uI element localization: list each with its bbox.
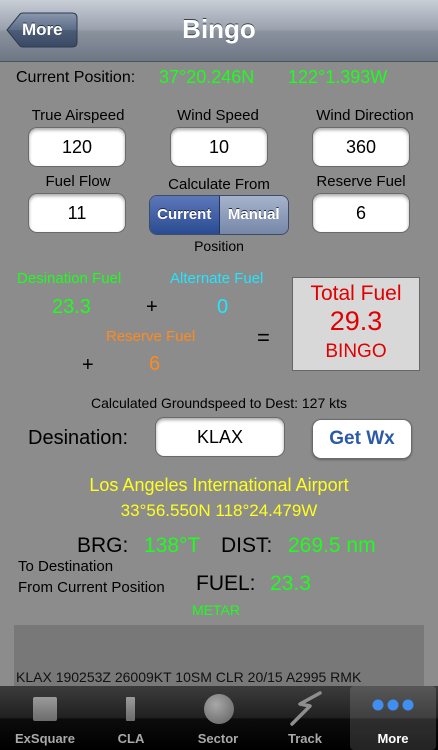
wind-speed-label: Wind Speed <box>177 107 259 124</box>
distance-value: 269.5 nm <box>288 534 376 557</box>
total-fuel-label: Total Fuel <box>310 282 402 305</box>
get-wx-button[interactable]: Get Wx <box>312 419 412 459</box>
total-fuel-box: Total Fuel 29.3 BINGO <box>292 277 420 371</box>
destination-fuel-label: Desination Fuel <box>17 270 122 287</box>
segment-manual[interactable]: Manual <box>219 196 288 234</box>
more-dots-icon <box>372 699 414 711</box>
plus-sign-2: + <box>82 354 94 376</box>
calculate-from-sublabel: Position <box>194 238 244 254</box>
tab-exsquare-label: ExSquare <box>15 731 75 746</box>
to-destination-line1: To Destination <box>18 558 114 575</box>
tab-more-label: More <box>377 731 409 746</box>
metar-label: METAR <box>192 602 240 618</box>
reserve-fuel-label: Reserve Fuel <box>316 173 406 190</box>
bar-icon <box>126 697 135 721</box>
wind-direction-label: Wind Direction <box>316 107 414 124</box>
airport-name: Los Angeles International Airport <box>89 475 349 495</box>
tab-more[interactable]: More <box>350 686 436 750</box>
track-icon <box>290 691 322 726</box>
airport-coords: 33°56.550N 118°24.479W <box>120 501 318 520</box>
fuel-flow-input[interactable]: 11 <box>28 193 126 233</box>
segment-current[interactable]: Current <box>150 196 220 234</box>
calculate-from-label: Calculate From <box>168 176 270 193</box>
destination-input[interactable]: KLAX <box>155 417 285 457</box>
reserve-fuel-input[interactable]: 6 <box>312 193 410 233</box>
tab-track[interactable]: Track <box>262 686 348 750</box>
true-airspeed-label: True Airspeed <box>31 107 125 124</box>
alternate-fuel-label: Alternate Fuel <box>170 270 264 287</box>
total-fuel-value: 29.3 <box>329 306 383 336</box>
metar-box: KLAX 190253Z 26009KT 10SM CLR 20/15 A299… <box>14 625 424 687</box>
bingo-status: BINGO <box>325 341 387 362</box>
route-fuel-label: FUEL: <box>196 572 256 595</box>
tab-exsquare[interactable]: ExSquare <box>2 686 88 750</box>
alternate-fuel-value: 0 <box>217 296 229 318</box>
reserve-fuel-eq-label: Reserve Fuel <box>106 328 196 345</box>
metar-text: KLAX 190253Z 26009KT 10SM CLR 20/15 A299… <box>16 669 362 685</box>
bearing-value: 138°T <box>144 534 201 557</box>
destination-fuel-value: 23.3 <box>52 296 91 318</box>
groundspeed-text: Calculated Groundspeed to Dest: 127 kts <box>90 395 348 411</box>
destination-label: Desination: <box>28 427 129 449</box>
tab-cla-label: CLA <box>117 731 145 746</box>
current-position-lat: 37°20.246N <box>159 67 255 87</box>
calculate-from-segmented-control[interactable]: Current Manual <box>149 195 289 235</box>
plus-sign-1: + <box>146 296 158 318</box>
tab-sector-label: Sector <box>197 731 239 746</box>
current-position-lon: 122°1.393W <box>288 67 388 87</box>
true-airspeed-input[interactable]: 120 <box>28 127 126 167</box>
fuel-flow-label: Fuel Flow <box>45 173 111 190</box>
tab-track-label: Track <box>288 731 322 746</box>
page-title: Bingo <box>182 14 256 44</box>
route-fuel-value: 23.3 <box>270 572 311 595</box>
square-icon <box>33 697 57 721</box>
tab-bar: ExSquare CLA Sector Track More <box>0 686 438 750</box>
circle-icon <box>204 694 234 724</box>
navigation-bar: More Bingo <box>0 0 438 62</box>
tab-sector[interactable]: Sector <box>175 686 261 750</box>
to-destination-line2: From Current Position <box>18 579 165 596</box>
bearing-label: BRG: <box>77 534 129 557</box>
reserve-fuel-eq-value: 6 <box>149 353 161 375</box>
tab-cla[interactable]: CLA <box>88 686 174 750</box>
equals-sign: = <box>257 325 270 350</box>
wind-speed-input[interactable]: 10 <box>170 127 268 167</box>
wind-direction-input[interactable]: 360 <box>312 127 410 167</box>
current-position-label: Current Position: <box>16 69 136 86</box>
distance-label: DIST: <box>221 534 273 557</box>
